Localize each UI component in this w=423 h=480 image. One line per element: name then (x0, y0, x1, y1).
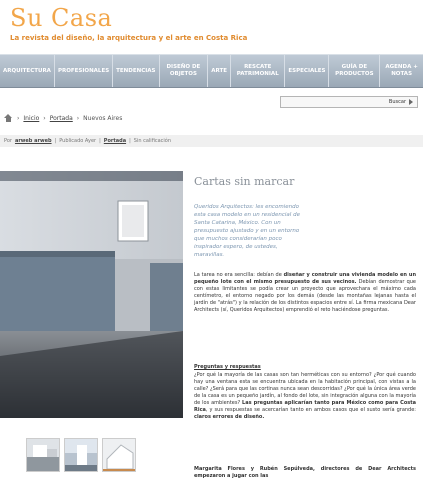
photo-thumbnails (26, 438, 136, 472)
article-intro: Queridos Arquitectos: les encomiendo est… (194, 204, 300, 258)
nav-item-arquitectura[interactable]: ARQUITECTURA (0, 55, 55, 87)
published-date: Publicado Ayer (59, 138, 97, 144)
thumbnail-2[interactable] (64, 438, 98, 472)
breadcrumb-inicio[interactable]: Inicio (23, 115, 39, 122)
article-main-photo[interactable] (0, 171, 183, 418)
nav-item-guia-de-productos[interactable]: GUÍA DE PRODUCTOS (329, 55, 381, 87)
nav-item-rescate-patrimonial[interactable]: RESCATE PATRIMONIAL (231, 55, 286, 87)
section-link[interactable]: Portada (104, 138, 126, 144)
nav-item-diseno-de-objetos[interactable]: DISEÑO DE OBJETOS (160, 55, 209, 87)
article-title: Cartas sin marcar (194, 175, 295, 188)
main-nav: ARQUITECTURA PROFESIONALES TENDENCIAS DI… (0, 54, 423, 88)
breadcrumb-portada[interactable]: Portada (50, 115, 73, 122)
article-paragraph-1: La tarea no era sencilla: debían de dise… (194, 272, 417, 313)
article-meta: Por arweb arweb | Publicado Ayer | Porta… (0, 135, 423, 147)
thumbnail-1[interactable] (26, 438, 60, 472)
breadcrumb: › Inicio › Portada › Nuevos Aires (4, 114, 122, 122)
breadcrumb-current: Nuevos Aires (83, 114, 123, 122)
search-input[interactable]: Buscar (280, 96, 418, 108)
article-paragraph-3: Margarita Flores y Rubén Sepúlveda, dire… (194, 466, 416, 479)
site-tagline: La revista del diseño, la arquitectura y… (10, 34, 248, 42)
search-arrow-icon[interactable] (409, 99, 413, 105)
article-paragraph-2: Preguntas y respuestas ¿Por qué la mayor… (194, 364, 416, 420)
nav-item-especiales[interactable]: ESPECIALES (285, 55, 330, 87)
search-button-label[interactable]: Buscar (389, 99, 406, 105)
thumbnail-3[interactable] (102, 438, 136, 472)
nav-item-arte[interactable]: ARTE (208, 55, 232, 87)
nav-item-profesionales[interactable]: PROFESIONALES (55, 55, 114, 87)
section-heading: Preguntas y respuestas (194, 364, 261, 370)
home-icon[interactable] (4, 114, 13, 122)
nav-item-tendencias[interactable]: TENDENCIAS (113, 55, 160, 87)
nav-item-agenda-notas[interactable]: AGENDA + NOTAS (380, 55, 423, 87)
author-link[interactable]: arweb arweb (15, 138, 52, 144)
site-logo[interactable]: Su Casa (10, 4, 112, 32)
rating-status: Sin calificación (133, 138, 172, 144)
